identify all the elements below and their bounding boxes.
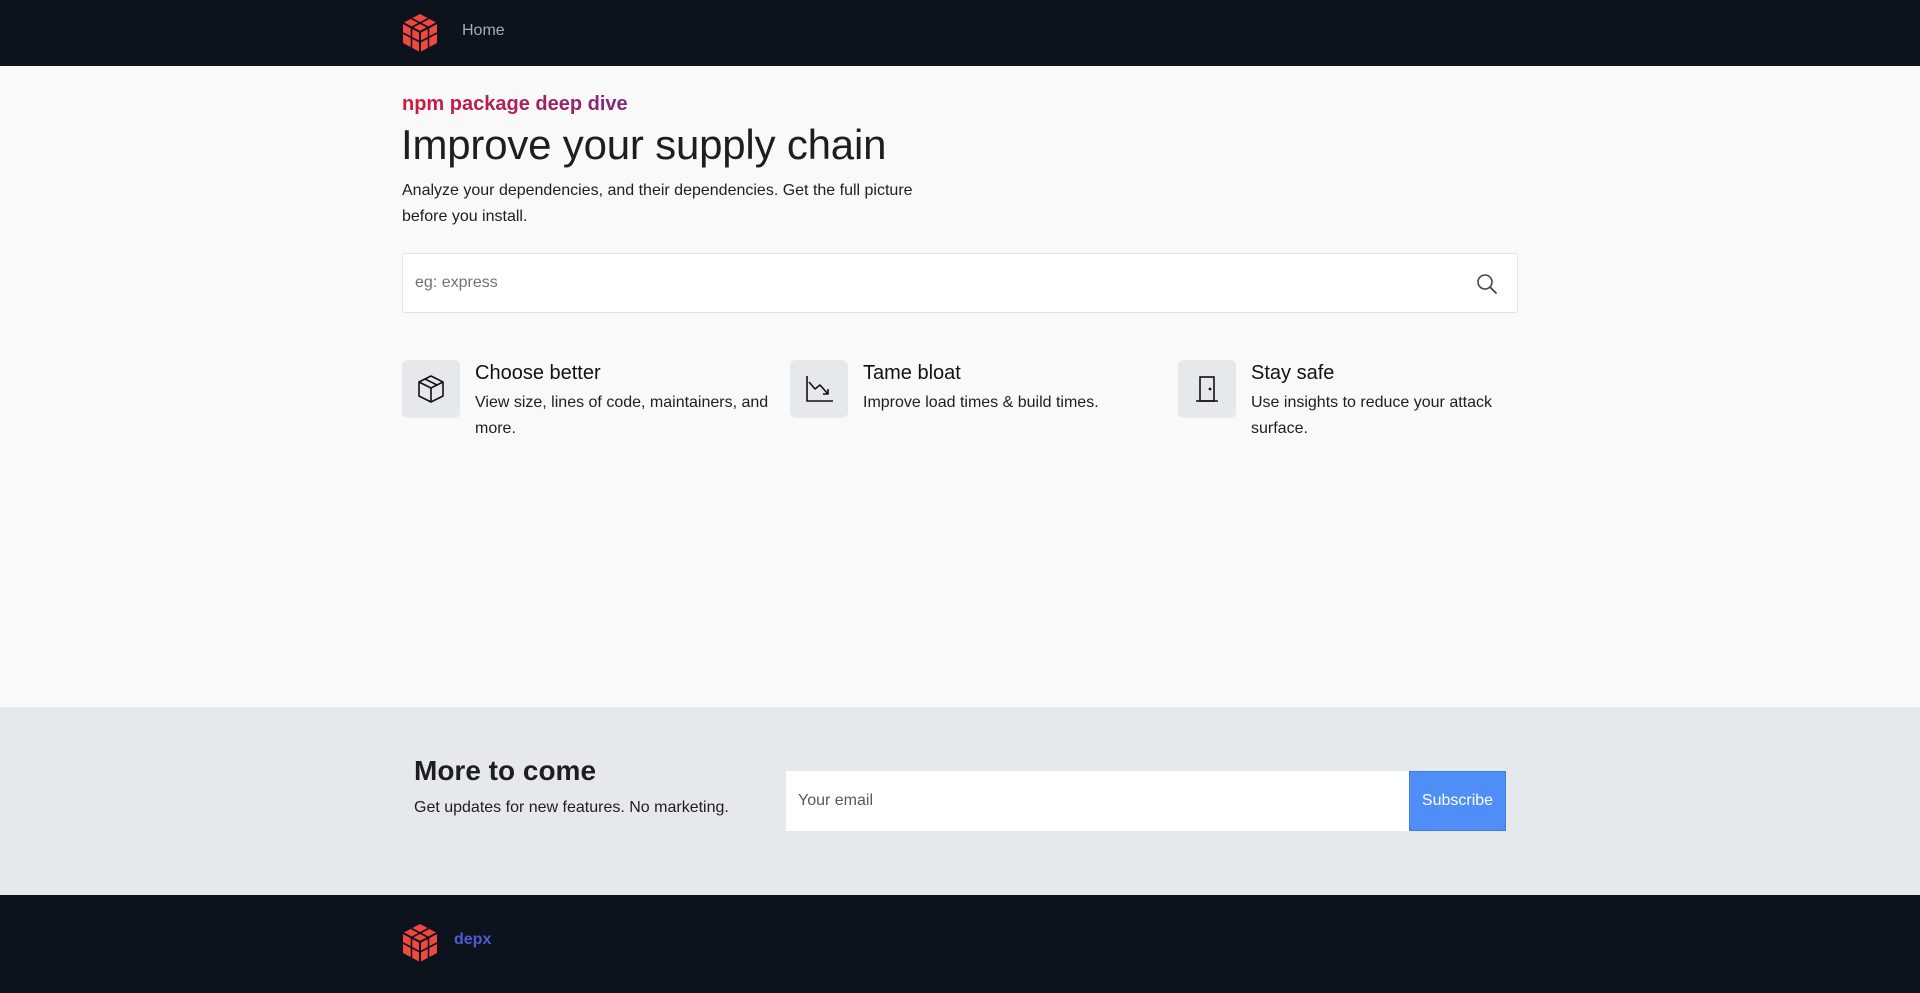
newsletter-section: More to come Get updates for new feature… <box>0 707 1920 895</box>
feature-description: Improve load times & build times. <box>863 394 1099 411</box>
top-navbar: Home <box>0 0 1920 66</box>
door-icon <box>1178 360 1236 418</box>
hero-subtitle: Analyze your dependencies, and their dep… <box>402 182 913 225</box>
feature-tame-bloat: Tame bloat Improve load times & build ti… <box>790 360 1170 450</box>
feature-choose-better: Choose better View size, lines of code, … <box>402 360 782 450</box>
feature-description: Use insights to reduce your attack surfa… <box>1251 394 1493 437</box>
feature-description: View size, lines of code, maintainers, a… <box>475 394 769 437</box>
subscribe-button[interactable]: Subscribe <box>1409 771 1506 831</box>
feature-title: Choose better <box>475 362 601 384</box>
email-field[interactable] <box>786 771 1410 831</box>
package-search-box <box>402 253 1518 313</box>
feature-title: Stay safe <box>1251 362 1335 384</box>
search-icon[interactable] <box>1475 272 1499 296</box>
newsletter-subtitle: Get updates for new features. No marketi… <box>414 799 729 816</box>
nav-home-link[interactable]: Home <box>462 22 505 40</box>
package-search-input[interactable] <box>403 254 1453 312</box>
feature-stay-safe: Stay safe Use insights to reduce your at… <box>1178 360 1558 450</box>
box-icon <box>402 360 460 418</box>
hero-section: npm package deep dive Improve your suppl… <box>0 66 1920 707</box>
depx-logo-icon[interactable] <box>401 13 439 53</box>
feature-title: Tame bloat <box>863 362 961 384</box>
hero-title: Improve your supply chain <box>401 121 887 168</box>
site-footer: depx <box>0 895 1920 993</box>
newsletter-title: More to come <box>414 755 597 786</box>
depx-logo-icon[interactable] <box>401 923 439 963</box>
footer-brand-link[interactable]: depx <box>454 931 491 949</box>
hero-eyebrow: npm package deep dive <box>402 93 628 115</box>
trending-down-chart-icon <box>790 360 848 418</box>
